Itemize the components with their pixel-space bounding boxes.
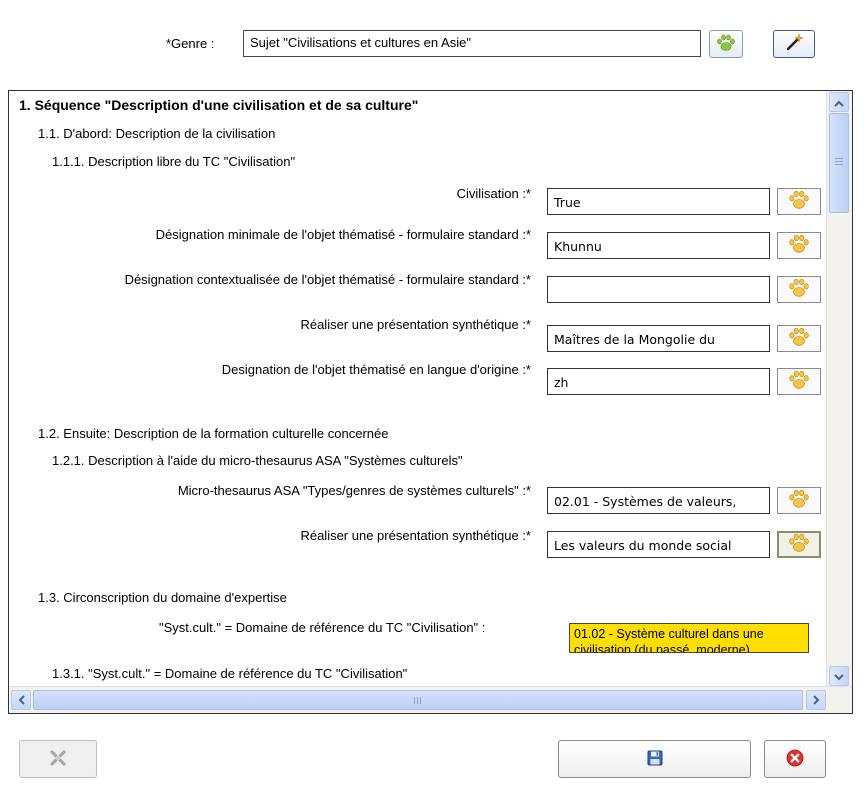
field-label: Réaliser une présentation synthétique :*	[300, 528, 531, 543]
domain-value-box[interactable]: 01.02 - Système culturel dans une civili…	[569, 623, 809, 653]
subsection-heading: 1.1.1. Description libre du TC "Civilisa…	[52, 154, 296, 169]
domain-label: "Syst.cult." = Domaine de référence du T…	[159, 620, 486, 635]
floppy-disk-icon	[647, 750, 663, 769]
paw-icon	[716, 34, 736, 55]
paw-icon	[788, 489, 810, 512]
designation-contextualisee-field[interactable]	[547, 276, 770, 303]
form-panel: 1. Séquence "Description d'une civilisat…	[8, 90, 853, 714]
scroll-up-button[interactable]	[829, 92, 849, 112]
paw-button[interactable]	[777, 188, 821, 215]
wizard-button[interactable]	[773, 30, 815, 58]
presentation-synthetique-2-field[interactable]: Les valeurs du monde social	[547, 531, 770, 558]
magic-wand-icon	[784, 32, 804, 56]
scroll-left-button[interactable]	[11, 690, 31, 710]
paw-button[interactable]	[777, 232, 821, 259]
paw-button[interactable]	[777, 368, 821, 395]
domain-value-line: 01.02 - Système culturel dans une	[574, 627, 764, 641]
scroll-right-button[interactable]	[806, 690, 826, 710]
cancel-button[interactable]	[764, 740, 826, 778]
chevron-up-icon	[834, 95, 844, 110]
field-label: Réaliser une présentation synthétique :*	[300, 317, 531, 332]
paw-icon	[788, 327, 810, 350]
delete-button[interactable]	[19, 740, 97, 778]
paw-icon	[788, 190, 810, 213]
vertical-scrollbar[interactable]	[826, 91, 852, 687]
section-heading: 1. Séquence "Description d'une civilisat…	[19, 97, 419, 113]
presentation-synthetique-field[interactable]: Maîtres de la Mongolie du	[547, 325, 770, 352]
horizontal-scroll-thumb[interactable]	[33, 690, 803, 710]
vertical-scroll-thumb[interactable]	[829, 113, 849, 213]
chevron-down-icon	[834, 669, 844, 684]
form-content: 1. Séquence "Description d'une civilisat…	[9, 91, 827, 687]
field-label: Micro-thesaurus ASA "Types/genres de sys…	[177, 483, 531, 498]
paw-button[interactable]	[777, 276, 821, 303]
save-button[interactable]	[558, 740, 751, 778]
field-label: Désignation minimale de l'objet thématis…	[155, 227, 531, 242]
micro-thesaurus-field[interactable]: 02.01 - Systèmes de valeurs,	[547, 487, 770, 514]
field-label: Civilisation :*	[456, 186, 531, 201]
subsection-heading: 1.3. Circonscription du domaine d'expert…	[38, 590, 287, 605]
scroll-down-button[interactable]	[829, 666, 849, 686]
subsection-heading: 1.3.1. "Syst.cult." = Domaine de référen…	[52, 666, 408, 681]
paw-icon	[788, 234, 810, 257]
broken-link-icon	[48, 748, 68, 771]
designation-minimale-field[interactable]: Khunnu	[547, 232, 770, 259]
subsection-heading: 1.2.1. Description à l'aide du micro-the…	[52, 453, 463, 468]
chevron-right-icon	[812, 693, 820, 708]
langue-origine-field[interactable]: zh	[547, 368, 770, 395]
field-label: Désignation contextualisée de l'objet th…	[124, 272, 531, 287]
paw-icon	[788, 370, 810, 393]
subsection-heading: 1.2. Ensuite: Description de la formatio…	[38, 426, 389, 441]
field-label: Designation de l'objet thématisé en lang…	[221, 362, 531, 377]
genre-label: *Genre :	[166, 36, 215, 51]
chevron-left-icon	[18, 693, 25, 708]
civilisation-field[interactable]: True	[547, 188, 770, 215]
paw-icon	[788, 533, 810, 556]
cancel-icon	[786, 749, 804, 770]
domain-value-line: civilisation (du passé, moderne)	[574, 643, 750, 653]
paw-button[interactable]	[777, 325, 821, 352]
paw-button[interactable]	[777, 487, 821, 514]
paw-button[interactable]	[777, 531, 821, 558]
subsection-heading: 1.1. D'abord: Description de la civilisa…	[38, 126, 276, 141]
horizontal-scrollbar[interactable]	[9, 686, 852, 713]
genre-lookup-button[interactable]	[709, 30, 743, 58]
paw-icon	[788, 278, 810, 301]
genre-field[interactable]: Sujet "Civilisations et cultures en Asie…	[243, 30, 701, 57]
